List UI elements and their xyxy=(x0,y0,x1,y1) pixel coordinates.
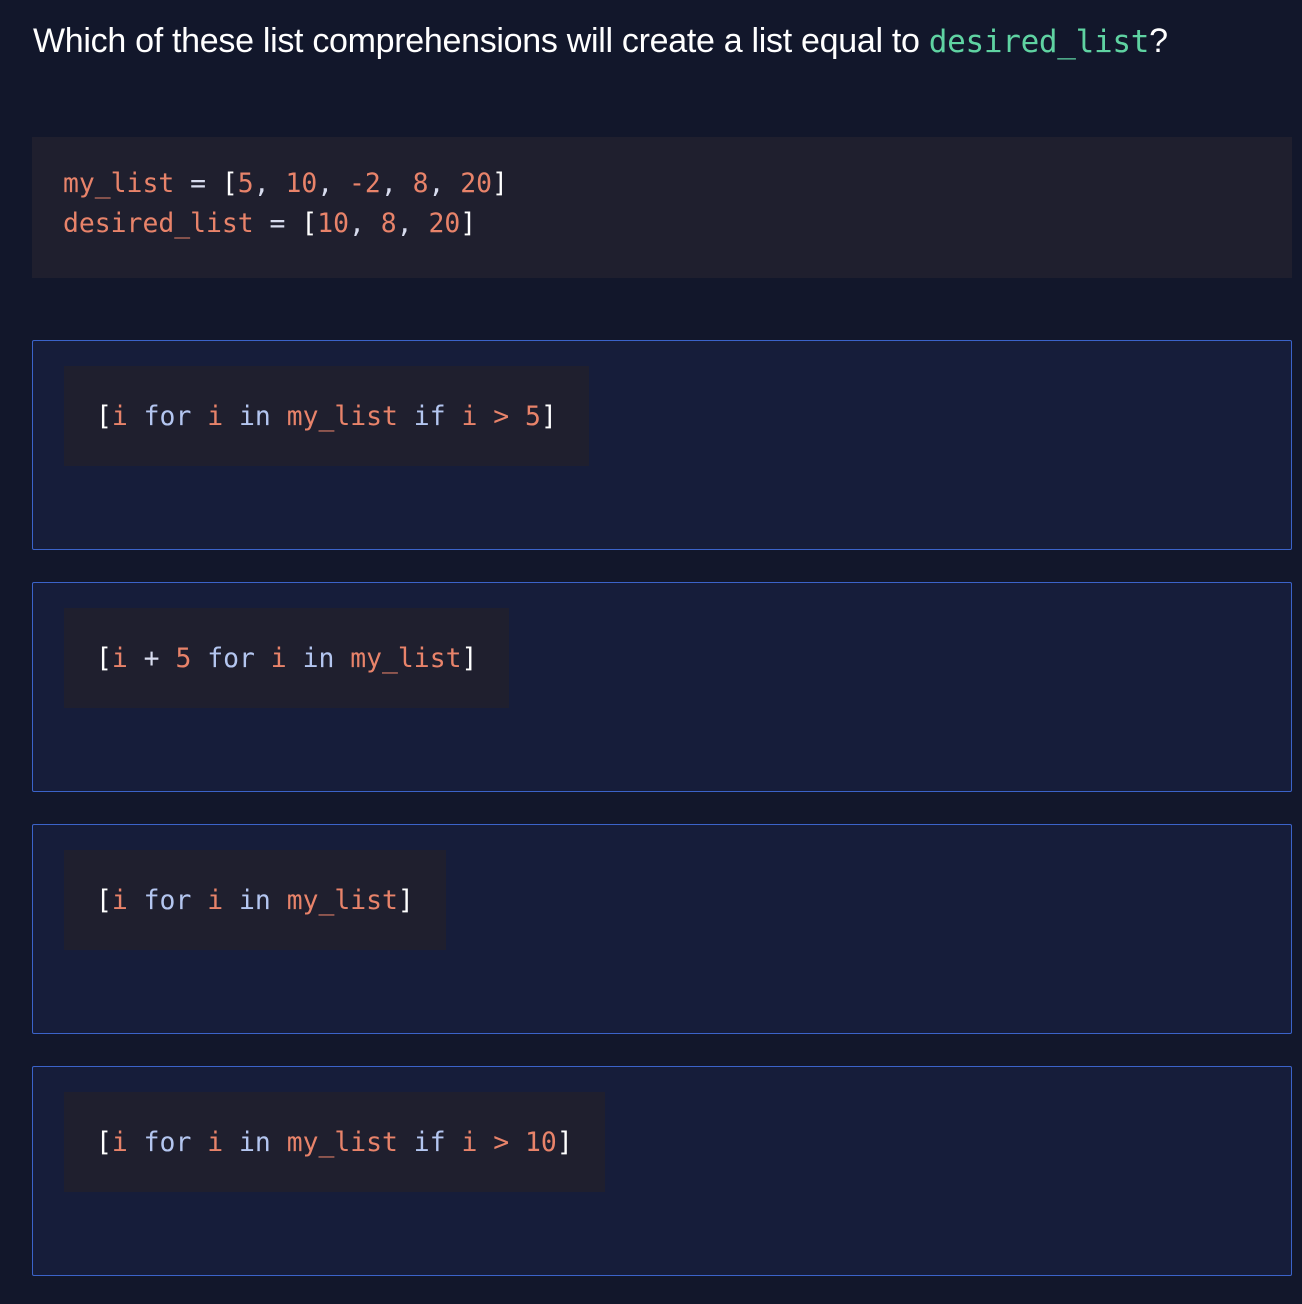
code-token: [ xyxy=(96,884,112,916)
option-code: [i for i in my_list] xyxy=(64,850,446,950)
code-token: > xyxy=(477,400,526,432)
answer-option-2[interactable]: [i + 5 for i in my_list] xyxy=(32,582,1292,792)
code-token: 20 xyxy=(428,208,461,239)
code-line: my_list = [5, 10, -2, 8, 20] xyxy=(63,164,508,204)
code-token: > xyxy=(477,1126,526,1158)
code-token: 5 xyxy=(175,642,192,674)
code-token: ] xyxy=(540,400,557,432)
code-token: i xyxy=(207,400,224,432)
code-token: [ xyxy=(96,400,112,432)
code-token: 8 xyxy=(412,168,429,199)
code-token: if xyxy=(397,1126,462,1158)
answer-option-1[interactable]: [i for i in my_list if i > 5] xyxy=(32,340,1292,550)
code-token: 20 xyxy=(460,168,493,199)
code-token: i xyxy=(207,1126,224,1158)
question-code: desired_list xyxy=(928,24,1150,60)
code-token: [ xyxy=(301,208,318,239)
code-token: 10 xyxy=(525,1126,557,1158)
question-text: Which of these list comprehensions will … xyxy=(33,22,929,60)
code-token: in xyxy=(286,642,351,674)
code-token: 8 xyxy=(380,208,397,239)
code-token: , xyxy=(428,168,461,199)
answer-option-3[interactable]: [i for i in my_list] xyxy=(32,824,1292,1034)
code-token: ] xyxy=(460,208,477,239)
code-token: i xyxy=(461,400,478,432)
code-token: i xyxy=(111,400,128,432)
code-token: i xyxy=(111,642,128,674)
question-title: Which of these list comprehensions will … xyxy=(33,22,1168,61)
code-token: ] xyxy=(397,884,414,916)
code-token: , xyxy=(380,168,413,199)
code-token: for xyxy=(127,1126,208,1158)
code-token: for xyxy=(127,884,208,916)
code-token: my_list xyxy=(286,400,398,432)
code-token: + xyxy=(127,642,176,674)
code-token: my_list xyxy=(350,642,462,674)
code-token: = xyxy=(253,208,302,239)
code-token: desired_list xyxy=(63,208,254,239)
code-token: ] xyxy=(556,1126,573,1158)
code-token: [ xyxy=(96,1126,112,1158)
code-token: , xyxy=(349,208,381,239)
code-token: , xyxy=(317,168,350,199)
code-token: i xyxy=(270,642,287,674)
code-token: 5 xyxy=(525,400,541,432)
code-token: [ xyxy=(221,168,238,199)
code-token: my_list xyxy=(286,884,398,916)
code-token: 10 xyxy=(285,168,318,199)
code-token: in xyxy=(223,884,287,916)
code-line: desired_list = [10, 8, 20] xyxy=(63,204,476,244)
code-token: in xyxy=(223,400,287,432)
question-suffix: ? xyxy=(1149,22,1168,60)
option-code: [i for i in my_list if i > 10] xyxy=(64,1092,605,1192)
code-token: in xyxy=(223,1126,287,1158)
code-token: my_list xyxy=(63,168,175,199)
code-token: if xyxy=(397,400,462,432)
code-token: i xyxy=(461,1126,478,1158)
code-token: i xyxy=(111,1126,128,1158)
option-code: [i for i in my_list if i > 5] xyxy=(64,366,589,466)
code-token: ] xyxy=(461,642,478,674)
code-token: ] xyxy=(492,168,508,199)
code-token: = xyxy=(174,168,222,199)
context-code-block: my_list = [5, 10, -2, 8, 20] desired_lis… xyxy=(32,137,1292,278)
code-token: 5 xyxy=(237,168,254,199)
code-token: i xyxy=(207,884,224,916)
code-token: for xyxy=(127,400,208,432)
code-token: , xyxy=(396,208,429,239)
option-code: [i + 5 for i in my_list] xyxy=(64,608,510,708)
code-token: -2 xyxy=(349,168,381,199)
code-token: my_list xyxy=(286,1126,398,1158)
code-token: 10 xyxy=(317,208,350,239)
code-token: [ xyxy=(96,642,112,674)
code-token: for xyxy=(191,642,271,674)
code-token: , xyxy=(253,168,286,199)
answer-option-4[interactable]: [i for i in my_list if i > 10] xyxy=(32,1066,1292,1276)
code-token: i xyxy=(111,884,128,916)
